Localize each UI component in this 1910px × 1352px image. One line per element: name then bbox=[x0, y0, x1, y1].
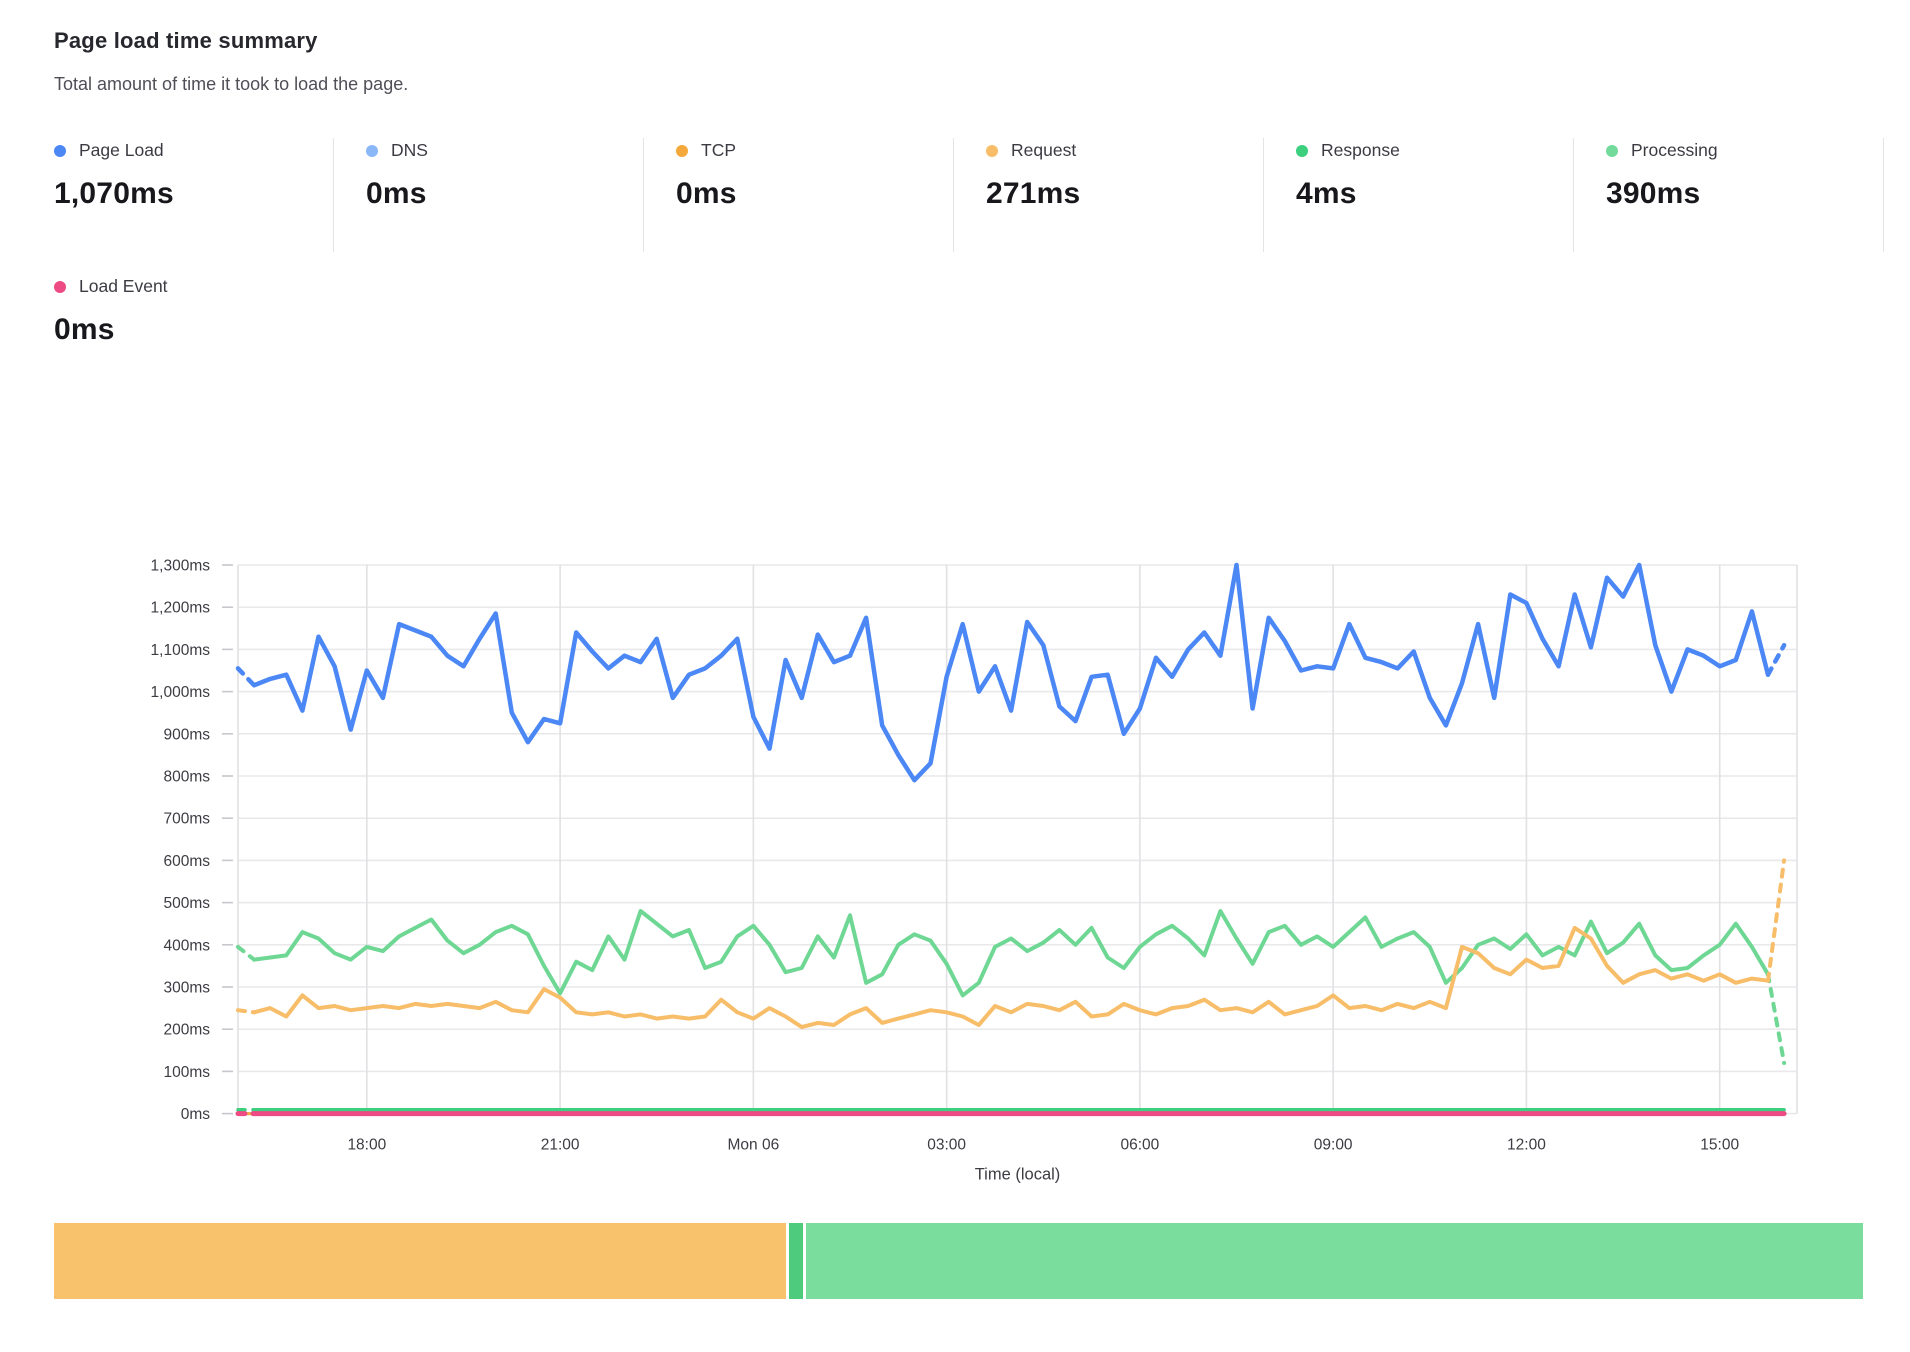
y-tick-label: 100ms bbox=[163, 1064, 210, 1081]
x-tick-label: 09:00 bbox=[1314, 1137, 1353, 1154]
timeline-segment-ok[interactable] bbox=[789, 1223, 803, 1299]
legend-label: DNS bbox=[391, 140, 428, 161]
legend-item-request[interactable]: Request 271ms bbox=[954, 138, 1264, 252]
legend-label: Processing bbox=[1631, 140, 1718, 161]
legend-label: TCP bbox=[701, 140, 736, 161]
x-tick-label: 15:00 bbox=[1700, 1137, 1739, 1154]
metric-value-dns: 0ms bbox=[366, 177, 643, 211]
y-tick-label: 800ms bbox=[163, 769, 210, 786]
chart-canvas: 0ms 100ms 200ms 300ms 400ms 500ms 600ms 700ms 80… bbox=[0, 440, 1910, 1200]
legend-item-load-event[interactable]: Load Event 0ms bbox=[54, 276, 168, 347]
y-tick-label: 900ms bbox=[163, 726, 210, 743]
legend-item-processing[interactable]: Processing 390ms bbox=[1574, 138, 1884, 252]
response-dot-icon bbox=[1296, 145, 1308, 157]
series-processing bbox=[254, 911, 1768, 995]
x-tick-label: 21:00 bbox=[541, 1137, 580, 1154]
page-title: Page load time summary bbox=[54, 28, 408, 54]
legend-label: Page Load bbox=[79, 140, 164, 161]
legend-item-page-load[interactable]: Page Load 1,070ms bbox=[54, 138, 334, 252]
y-tick-label: 700ms bbox=[163, 811, 210, 828]
check-status-timeline-strip bbox=[54, 1223, 1857, 1299]
x-tick-label: 03:00 bbox=[927, 1137, 966, 1154]
series-page-load bbox=[254, 565, 1768, 780]
tcp-dot-icon bbox=[676, 145, 688, 157]
page-subtitle: Total amount of time it took to load the… bbox=[54, 74, 408, 95]
series-processing bbox=[238, 947, 254, 960]
metric-value-response: 4ms bbox=[1296, 177, 1573, 211]
timeline-segment-warning[interactable] bbox=[54, 1223, 786, 1299]
legend-label: Load Event bbox=[79, 276, 168, 297]
metric-value-load-event: 0ms bbox=[54, 313, 168, 347]
series-request bbox=[1768, 860, 1784, 980]
y-tick-label: 300ms bbox=[163, 980, 210, 997]
metric-value-page-load: 1,070ms bbox=[54, 177, 333, 211]
y-tick-label: 1,200ms bbox=[151, 600, 211, 617]
metric-value-tcp: 0ms bbox=[676, 177, 953, 211]
series-request bbox=[238, 1010, 254, 1012]
legend-item-dns[interactable]: DNS 0ms bbox=[334, 138, 644, 252]
load-event-dot-icon bbox=[54, 281, 66, 293]
y-tick-label: 1,300ms bbox=[151, 558, 211, 575]
panel-header: Page load time summary Total amount of t… bbox=[54, 28, 408, 95]
y-tick-label: 0ms bbox=[181, 1106, 211, 1123]
y-tick-label: 600ms bbox=[163, 853, 210, 870]
legend-label: Response bbox=[1321, 140, 1400, 161]
x-axis-title: Time (local) bbox=[975, 1166, 1061, 1184]
y-tick-label: 200ms bbox=[163, 1022, 210, 1039]
legend-label: Request bbox=[1011, 140, 1076, 161]
load-time-line-chart: 0ms 100ms 200ms 300ms 400ms 500ms 600ms 700ms 80… bbox=[0, 440, 1910, 1200]
metric-value-request: 271ms bbox=[986, 177, 1263, 211]
legend-item-tcp[interactable]: TCP 0ms bbox=[644, 138, 954, 252]
x-tick-label: 06:00 bbox=[1121, 1137, 1160, 1154]
page-load-summary-panel: Page load time summary Total amount of t… bbox=[0, 0, 1910, 1352]
dns-dot-icon bbox=[366, 145, 378, 157]
request-dot-icon bbox=[986, 145, 998, 157]
timeline-segment-ok[interactable] bbox=[806, 1223, 1863, 1299]
x-tick-label: 12:00 bbox=[1507, 1137, 1546, 1154]
x-tick-label: 18:00 bbox=[347, 1137, 386, 1154]
page-load-dot-icon bbox=[54, 145, 66, 157]
y-tick-label: 400ms bbox=[163, 937, 210, 954]
legend-item-response[interactable]: Response 4ms bbox=[1264, 138, 1574, 252]
metric-legend-row: Page Load 1,070ms DNS 0ms TCP 0ms Reques… bbox=[54, 138, 1884, 252]
y-tick-label: 1,000ms bbox=[151, 684, 211, 701]
y-tick-label: 500ms bbox=[163, 895, 210, 912]
series-page-load bbox=[238, 668, 254, 685]
metric-value-processing: 390ms bbox=[1606, 177, 1883, 211]
x-tick-label: Mon 06 bbox=[728, 1137, 780, 1154]
processing-dot-icon bbox=[1606, 145, 1618, 157]
y-tick-label: 1,100ms bbox=[151, 642, 211, 659]
